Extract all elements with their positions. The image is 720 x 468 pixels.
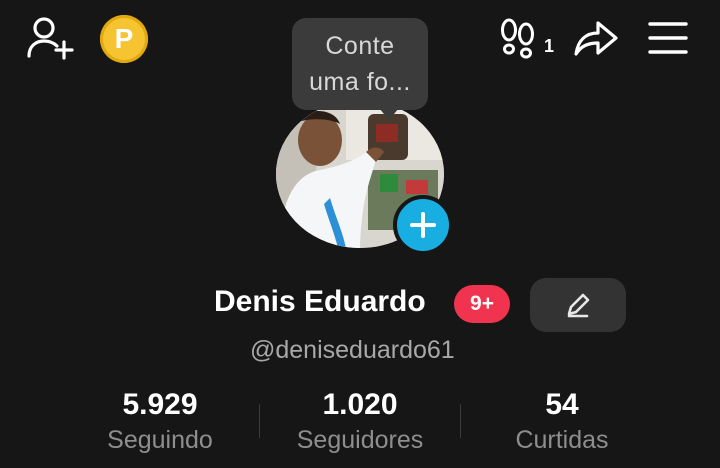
likes-label[interactable]: Curtidas [462, 426, 662, 455]
coin-icon[interactable]: P [100, 15, 148, 63]
plus-icon [410, 212, 436, 238]
followers-label[interactable]: Seguidores [260, 426, 460, 455]
following-count[interactable]: 5.929 [60, 388, 260, 422]
bio-prompt-tooltip[interactable]: Conte uma fo... [292, 18, 428, 110]
stats-divider [460, 404, 461, 438]
tooltip-tail [379, 108, 399, 120]
add-friend-icon[interactable] [26, 16, 78, 60]
tooltip-line-2: uma fo... [309, 68, 411, 96]
pencil-icon [567, 293, 590, 318]
following-label[interactable]: Seguindo [60, 426, 260, 455]
footprint-count: 1 [544, 36, 555, 56]
coin-letter: P [114, 23, 134, 54]
menu-icon[interactable] [646, 18, 690, 58]
username: @deniseduardo61 [250, 336, 455, 364]
likes-count[interactable]: 54 [462, 388, 662, 422]
display-name: Denis Eduardo [214, 285, 426, 318]
edit-profile-button[interactable] [530, 278, 626, 332]
notification-badge[interactable]: 9+ [454, 285, 510, 323]
share-icon[interactable] [570, 14, 622, 62]
tooltip-line-1: Conte [325, 32, 395, 60]
add-photo-button[interactable] [393, 195, 453, 255]
followers-count[interactable]: 1.020 [260, 388, 460, 422]
